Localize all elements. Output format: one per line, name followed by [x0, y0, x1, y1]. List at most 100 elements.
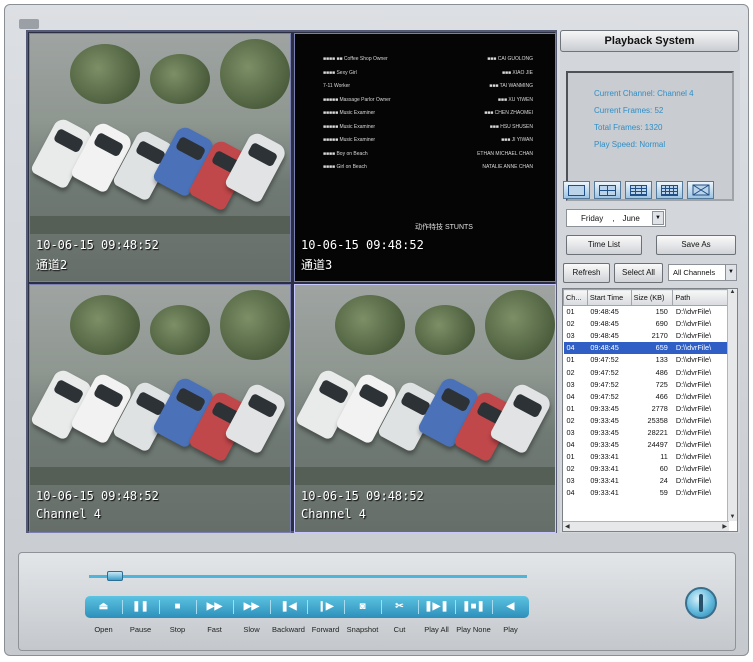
playback-slider[interactable] [89, 575, 527, 578]
pause-button[interactable]: ❚❚ [122, 596, 159, 618]
chevron-down-icon[interactable]: ▼ [725, 265, 736, 280]
stunts-title: 动作特技 STUNTS [415, 224, 473, 231]
cell-channel: 04 [563, 341, 588, 354]
table-row[interactable]: 02 09:33:45 25358 D:\\dvrFile\ [564, 414, 729, 426]
fullscreen-button[interactable] [687, 181, 714, 199]
button-divider [307, 600, 308, 614]
button-divider [455, 600, 456, 614]
tree-foliage [70, 295, 140, 355]
horizontal-scrollbar[interactable]: ◀ ▶ [563, 521, 729, 531]
layout-16-button[interactable] [656, 181, 683, 199]
fence [30, 467, 290, 485]
play-none-button[interactable]: ❚■❚ [455, 596, 492, 618]
table-row[interactable]: 01 09:47:52 133 D:\\dvrFile\ [564, 354, 729, 366]
snapshot-button[interactable]: ◙ [344, 596, 381, 618]
playback-slider-thumb[interactable] [106, 571, 123, 581]
table-row[interactable]: 04 09:47:52 466 D:\\dvrFile\ [564, 390, 729, 402]
select-all-button[interactable]: Select All [614, 263, 663, 283]
cell-start-time: 09:48:45 [590, 331, 619, 341]
power-icon[interactable] [685, 587, 717, 619]
cell-path: D:\\dvrFile\ [675, 440, 712, 450]
column-header-path[interactable]: Path [672, 289, 729, 306]
table-row[interactable]: 01 09:33:45 2778 D:\\dvrFile\ [564, 402, 729, 414]
cell-start-time: 09:33:41 [590, 452, 619, 462]
cell-start-time: 09:47:52 [590, 379, 619, 389]
video-timestamp: 10-06-15 09:48:52 [36, 489, 159, 503]
button-divider [418, 600, 419, 614]
cell-size: 2170 [651, 331, 668, 341]
play-button[interactable]: ◀ [492, 596, 529, 618]
time-list-button[interactable]: Time List [566, 235, 642, 255]
vertical-scrollbar[interactable]: ▲ ▼ [727, 289, 737, 521]
cell-path: D:\\dvrFile\ [675, 427, 712, 437]
cell-path: D:\\dvrFile\ [675, 367, 712, 377]
cell-size: 486 [655, 367, 668, 377]
table-row[interactable]: 03 09:48:45 2170 D:\\dvrFile\ [564, 330, 729, 342]
slow-button[interactable]: ▶▶ [233, 596, 270, 618]
fast-button[interactable]: ▶▶ [196, 596, 233, 618]
table-row[interactable]: 03 09:47:52 725 D:\\dvrFile\ [564, 378, 729, 390]
scroll-down-icon[interactable]: ▼ [728, 514, 737, 520]
video-pane-2[interactable]: ■■■■ ■■ Coffee Shop Owner ■■■ CAI GUOLONG… [294, 33, 556, 282]
chevron-down-icon[interactable]: ▼ [652, 211, 664, 225]
movie-credits: ■■■■ ■■ Coffee Shop Owner ■■■ CAI GUOLONG… [323, 56, 533, 170]
video-pane-3[interactable]: 10-06-15 09:48:52 Channel 4 [29, 284, 291, 533]
date-picker[interactable]: Friday , June ▼ [566, 209, 666, 227]
cell-start-time: 09:48:45 [587, 341, 632, 354]
table-row[interactable]: 04 09:33:45 24497 D:\\dvrFile\ [564, 439, 729, 451]
cut-button[interactable]: ✂ [381, 596, 418, 618]
table-row[interactable]: 01 09:48:45 150 D:\\dvrFile\ [564, 306, 729, 318]
video-pane-4[interactable]: 10-06-15 09:48:52 Channel 4 [294, 284, 556, 533]
open-button[interactable]: ⏏ [85, 596, 122, 618]
backward-button[interactable]: ❚◀ [270, 596, 307, 618]
cell-size: 59 [659, 488, 668, 498]
scroll-left-icon[interactable]: ◀ [565, 523, 570, 530]
cell-start-time: 09:48:45 [590, 319, 619, 329]
layout-1-button[interactable] [563, 181, 590, 199]
table-row[interactable]: 04 09:48:45 659 D:\\dvrFile\ [563, 341, 729, 354]
scroll-up-icon[interactable]: ▲ [728, 289, 737, 295]
cell-size: 24 [659, 476, 668, 486]
cell-channel: 02 [566, 367, 575, 377]
layout-4-button[interactable] [594, 181, 621, 199]
channel-filter-select[interactable]: All Channels ▼ [668, 264, 737, 281]
control-label: Snapshot [346, 625, 379, 634]
scroll-right-icon[interactable]: ▶ [722, 523, 727, 530]
cell-start-time: 09:33:45 [590, 415, 619, 425]
cell-channel: 01 [566, 452, 575, 462]
refresh-button[interactable]: Refresh [563, 263, 610, 283]
control-label: Slow [243, 625, 260, 634]
layout-9-button[interactable] [625, 181, 652, 199]
table-row[interactable]: 02 09:48:45 690 D:\\dvrFile\ [564, 318, 729, 330]
table-row[interactable]: 03 09:33:41 24 D:\\dvrFile\ [564, 475, 729, 487]
cut-icon: ✂ [395, 601, 404, 612]
date-day: Friday [581, 213, 604, 223]
cell-start-time: 09:33:41 [590, 464, 619, 474]
column-header-start-time[interactable]: Start Time [586, 289, 632, 306]
stop-button[interactable]: ■ [159, 596, 196, 618]
button-divider [381, 600, 382, 614]
fast-forward-icon: ▶▶ [206, 601, 223, 612]
video-channel-label: Channel 4 [301, 507, 367, 521]
control-panel: Playback System Current Channel: Channel… [560, 30, 740, 533]
table-row[interactable]: 02 09:33:41 60 D:\\dvrFile\ [564, 463, 729, 475]
play-all-button[interactable]: ❚▶❚ [418, 596, 455, 618]
step-backward-icon: ❚◀ [280, 601, 297, 612]
table-row[interactable]: 02 09:47:52 486 D:\\dvrFile\ [564, 366, 729, 378]
cell-path: D:\\dvrFile\ [675, 355, 712, 365]
tree-foliage [220, 39, 290, 109]
eject-icon: ⏏ [98, 601, 109, 612]
table-row[interactable]: 03 09:33:45 28221 D:\\dvrFile\ [564, 426, 729, 438]
forward-button[interactable]: ❙▶ [307, 596, 344, 618]
single-view-icon [568, 184, 585, 196]
play-all-icon: ❚▶❚ [424, 601, 449, 612]
table-row[interactable]: 01 09:33:41 11 D:\\dvrFile\ [564, 451, 729, 463]
quad-view-icon [599, 184, 616, 196]
column-header-size[interactable]: Size (KB) [630, 289, 674, 306]
table-row[interactable]: 04 09:33:41 59 D:\\dvrFile\ [564, 487, 729, 499]
cell-start-time: 09:48:45 [590, 307, 619, 317]
control-label: Play [503, 625, 518, 634]
video-pane-1[interactable]: 10-06-15 09:48:52 通道2 [29, 33, 291, 282]
column-header-channel[interactable]: Ch... [563, 289, 588, 306]
save-as-button[interactable]: Save As [656, 235, 736, 255]
